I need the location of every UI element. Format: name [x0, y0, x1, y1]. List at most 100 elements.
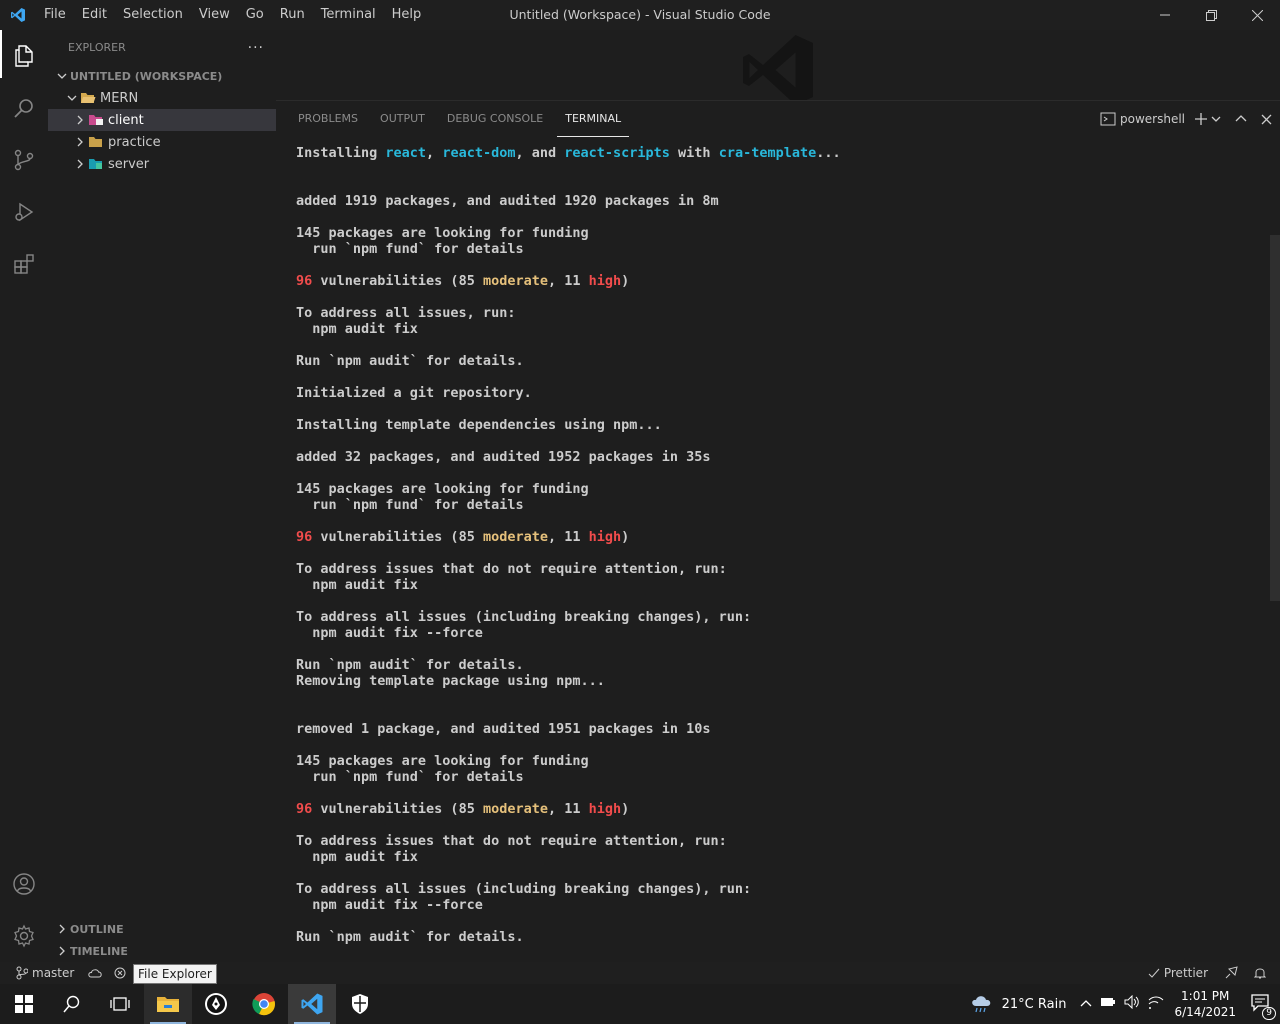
terminal-line: Initialized a git repository. [296, 385, 532, 401]
menu-go[interactable]: Go [238, 0, 272, 30]
tree-folder-server[interactable]: server [48, 153, 276, 175]
app-taskbar-button[interactable] [192, 984, 240, 1024]
more-actions-icon[interactable]: ··· [248, 40, 264, 56]
menu-run[interactable]: Run [272, 0, 313, 30]
file-explorer-icon [157, 997, 179, 1012]
explorer-sidebar: EXPLORER ··· UNTITLED (WORKSPACE) MERN c… [48, 30, 276, 962]
terminal-line: npm audit fix --force [296, 897, 483, 913]
tab-problems[interactable]: PROBLEMS [290, 101, 366, 137]
show-hidden-icons[interactable] [1080, 997, 1092, 1012]
clock-time: 1:01 PM [1181, 989, 1230, 1003]
weather-text: 21°C Rain [1001, 996, 1067, 1012]
manage-activity-button[interactable] [0, 910, 48, 962]
search-icon [14, 99, 33, 118]
clock[interactable]: 1:01 PM 6/14/2021 [1174, 988, 1236, 1020]
branch-status[interactable]: master [16, 966, 74, 980]
rain-cloud-icon [971, 996, 990, 1013]
windows-taskbar: 21°C Rain 1:01 PM 6/14/2021 9 [0, 984, 1280, 1024]
volume-status[interactable] [1124, 994, 1140, 1013]
shell-name: powershell [1120, 112, 1185, 126]
tab-terminal[interactable]: TERMINAL [557, 101, 630, 137]
title-bar: File Edit Selection View Go Run Terminal… [0, 0, 1280, 30]
timeline-section-header[interactable]: TIMELINE [48, 940, 276, 962]
maximize-panel-button[interactable] [1235, 108, 1247, 130]
tree-folder-practice[interactable]: practice [48, 131, 276, 153]
chrome-taskbar-button[interactable] [240, 984, 288, 1024]
pen-app-icon [205, 993, 227, 1015]
plus-icon [1195, 113, 1207, 125]
start-button[interactable] [0, 984, 48, 1024]
terminal-line: 145 packages are looking for funding [296, 481, 589, 497]
folder-open-icon [80, 90, 96, 106]
chevron-down-icon [1211, 116, 1221, 122]
tree-folder-client[interactable]: client [48, 109, 276, 131]
tooltip: File Explorer [133, 964, 217, 984]
vscode-taskbar-button[interactable] [288, 984, 336, 1024]
feedback-icon [1225, 966, 1238, 979]
menu-view[interactable]: View [191, 0, 238, 30]
prettier-status[interactable]: Prettier [1148, 966, 1208, 980]
activity-bar [0, 30, 48, 962]
problems-status[interactable] [114, 967, 126, 979]
restore-button[interactable] [1188, 0, 1234, 30]
terminal-dropdown-button[interactable] [1211, 108, 1221, 130]
terminal-scrollbar[interactable] [1270, 235, 1280, 601]
terminal-line: 96 vulnerabilities (85 moderate, 11 high… [296, 801, 630, 817]
menu-file[interactable]: File [36, 0, 74, 30]
task-view-button[interactable] [96, 984, 144, 1024]
check-double-icon [1148, 968, 1160, 978]
menu-selection[interactable]: Selection [115, 0, 191, 30]
terminal-line: removed 1 package, and audited 1951 pack… [296, 721, 711, 737]
chrome-icon [252, 993, 275, 1016]
minimize-button[interactable] [1142, 0, 1188, 30]
terminal-line: 145 packages are looking for funding [296, 753, 589, 769]
search-activity-button[interactable] [0, 82, 48, 134]
panel-tabs: PROBLEMS OUTPUT DEBUG CONSOLE TERMINAL p… [276, 101, 1280, 137]
terminal-output[interactable]: Installing react, react-dom, and react-s… [296, 145, 1256, 957]
tab-debug-console[interactable]: DEBUG CONSOLE [439, 101, 551, 137]
source-control-activity-button[interactable] [0, 134, 48, 186]
weather-widget[interactable]: 21°C Rain [970, 994, 1067, 1014]
outline-section-header[interactable]: OUTLINE [48, 918, 276, 940]
accounts-activity-button[interactable] [0, 858, 48, 910]
menu-terminal[interactable]: Terminal [313, 0, 384, 30]
outline-label: OUTLINE [70, 922, 124, 936]
terminal-line: 96 vulnerabilities (85 moderate, 11 high… [296, 273, 630, 289]
speaker-icon [1124, 994, 1140, 1010]
notifications-status[interactable] [1254, 966, 1266, 980]
run-debug-activity-button[interactable] [0, 186, 48, 238]
workspace-section-header[interactable]: UNTITLED (WORKSPACE) [48, 65, 276, 87]
gear-icon [14, 924, 34, 948]
taskbar-search-button[interactable] [48, 984, 96, 1024]
terminal-shell-selector[interactable]: powershell [1100, 108, 1185, 130]
close-window-button[interactable] [1234, 0, 1280, 30]
chevron-right-icon [72, 134, 88, 150]
task-view-icon [110, 997, 130, 1011]
vscode-logo-icon [0, 0, 36, 30]
network-status[interactable] [1148, 995, 1164, 1013]
battery-status[interactable] [1100, 996, 1116, 1012]
editor-area [276, 30, 1280, 100]
tab-output[interactable]: OUTPUT [372, 101, 433, 137]
extensions-activity-button[interactable] [0, 238, 48, 290]
tree-folder-mern[interactable]: MERN [48, 87, 276, 109]
security-taskbar-button[interactable] [336, 984, 384, 1024]
terminal-line: To address all issues (including breakin… [296, 881, 752, 897]
panel-actions: powershell [1096, 101, 1272, 137]
extensions-icon [14, 254, 34, 274]
close-panel-button[interactable] [1261, 108, 1272, 130]
terminal-line: Installing template dependencies using n… [296, 417, 662, 433]
timeline-label: TIMELINE [70, 944, 128, 958]
file-explorer-taskbar-button[interactable] [144, 984, 192, 1024]
new-terminal-button[interactable] [1195, 108, 1207, 130]
explorer-activity-button[interactable] [0, 30, 48, 82]
tree-label-client: client [108, 112, 144, 128]
menu-edit[interactable]: Edit [74, 0, 115, 30]
menu-help[interactable]: Help [384, 0, 430, 30]
sync-status[interactable] [88, 967, 103, 979]
chevron-right-icon [72, 156, 88, 172]
action-center-button[interactable]: 9 [1250, 992, 1276, 1020]
feedback-status[interactable] [1224, 966, 1238, 980]
battery-icon [1101, 998, 1116, 1006]
window-controls [1142, 0, 1280, 30]
